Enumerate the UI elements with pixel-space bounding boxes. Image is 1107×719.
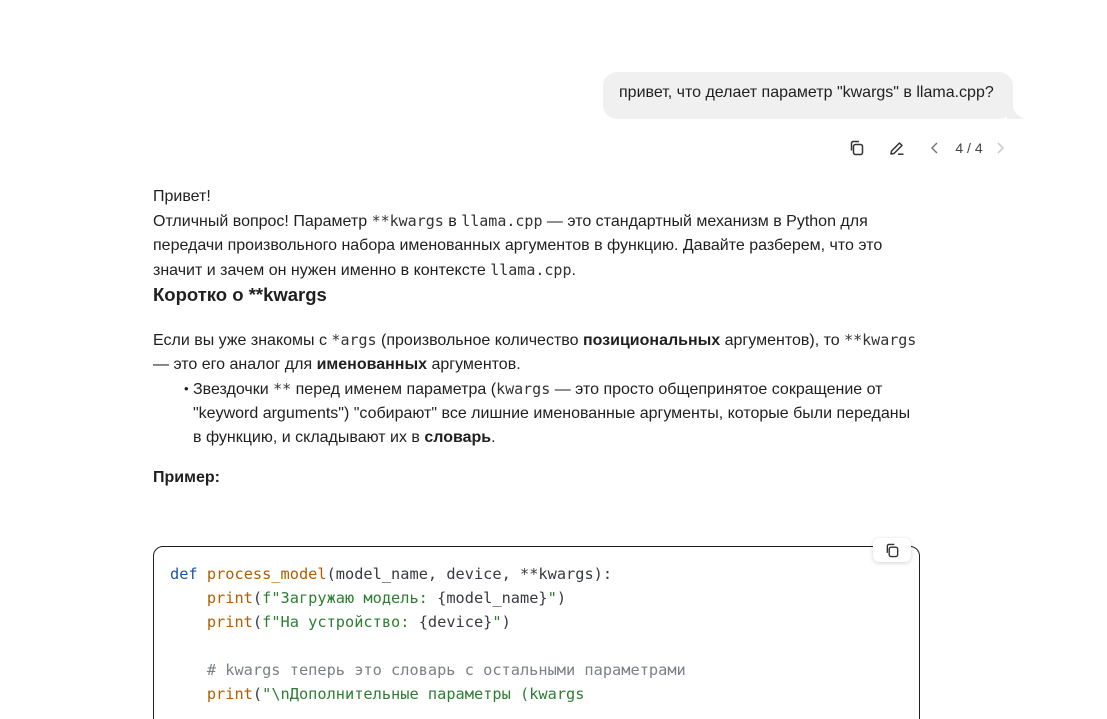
code-line: def process_model(model_name, device, **… <box>170 562 686 586</box>
text-span: . <box>571 262 576 279</box>
bubble-tail <box>1007 106 1025 119</box>
code-string: f"На устройство: <box>262 613 419 631</box>
inline-code: llama.cpp <box>490 261 572 279</box>
edit-icon <box>890 142 904 155</box>
user-message-actions: 4 / 4 <box>846 136 1011 160</box>
copy-icon <box>886 543 898 557</box>
text-span: (произвольное количество <box>376 332 583 349</box>
text-span: . <box>491 429 496 446</box>
code-line: print("\nДополнительные параметры (kwarg… <box>170 682 686 706</box>
code-string: f"Загружаю модель: <box>262 589 438 607</box>
chat-page: привет, что делает параметр "kwargs" в l… <box>0 0 1107 719</box>
previous-version-button[interactable] <box>924 137 946 159</box>
code-line: print(f"Загружаю модель: {model_name}") <box>170 586 686 610</box>
user-message-bubble: привет, что делает параметр "kwargs" в l… <box>603 72 1013 119</box>
list-item: Звездочки ** перед именем параметра (kwa… <box>184 377 923 450</box>
text-span: аргументов), то <box>720 332 845 349</box>
code-string: " <box>547 589 557 607</box>
code-keyword: def <box>170 565 198 583</box>
text-span: Отличный вопрос! Параметр <box>153 213 372 230</box>
inline-code: kwargs <box>496 380 551 398</box>
text-span: — это его аналог для <box>153 356 317 373</box>
example-label: Пример: <box>153 469 220 486</box>
code-builtin: print <box>206 685 253 703</box>
chevron-right-icon <box>997 142 1005 154</box>
inline-code: ** <box>273 380 292 398</box>
code-text: ( <box>252 613 263 631</box>
assistant-message: Привет! Отличный вопрос! Параметр **kwar… <box>153 185 923 490</box>
inline-code: llama.cpp <box>461 212 543 230</box>
code-text: (model_name, device, **kwargs): <box>326 565 613 583</box>
code-text: {model_name} <box>437 589 548 607</box>
code-text: ) <box>501 613 511 631</box>
bold-text: позициональных <box>582 332 721 349</box>
edit-message-button[interactable] <box>886 137 908 159</box>
text-span: Если вы уже знакомы с <box>153 332 332 349</box>
text-span: аргументов. <box>427 356 521 373</box>
inline-code: **kwargs <box>844 331 917 349</box>
copy-message-button[interactable] <box>846 137 868 159</box>
copy-icon <box>850 140 864 156</box>
inline-code: *args <box>331 331 377 349</box>
code-line: print(f"На устройство: {device}") <box>170 610 686 634</box>
chevron-left-icon <box>930 142 938 154</box>
text-span: перед именем параметра ( <box>291 381 497 398</box>
inline-code: **kwargs <box>371 212 444 230</box>
text-span: в <box>443 213 462 230</box>
version-pager: 4 / 4 <box>955 140 983 156</box>
code-builtin: print <box>206 613 253 631</box>
section-heading: Коротко о **kwargs <box>153 284 327 305</box>
bold-text: словарь <box>424 429 492 446</box>
code-content: def process_model(model_name, device, **… <box>170 562 686 706</box>
code-string: "\nДополнительные параметры (kwargs <box>262 685 585 703</box>
code-text: {device} <box>418 613 493 631</box>
bullet-list: Звездочки ** перед именем параметра (kwa… <box>153 377 923 450</box>
code-text: ( <box>252 589 263 607</box>
text-span: Звездочки <box>193 381 274 398</box>
args-paragraph: Если вы уже знакомы с *args (произвольно… <box>153 328 923 377</box>
code-text: ( <box>252 685 263 703</box>
intro-paragraph: Отличный вопрос! Параметр **kwargs в lla… <box>153 209 923 283</box>
code-builtin: print <box>206 589 253 607</box>
code-line: # kwargs теперь это словарь с остальными… <box>170 658 686 682</box>
code-text: ) <box>556 589 567 607</box>
code-function: process_model <box>206 565 327 583</box>
greeting-text: Привет! <box>153 188 211 205</box>
next-version-button[interactable] <box>989 137 1011 159</box>
code-string: " <box>492 613 502 631</box>
user-message-text: привет, что делает параметр "kwargs" в l… <box>619 84 994 101</box>
bold-text: именованных <box>316 356 428 373</box>
copy-code-button[interactable] <box>873 538 911 562</box>
code-comment: # kwargs теперь это словарь с остальными… <box>206 661 686 679</box>
